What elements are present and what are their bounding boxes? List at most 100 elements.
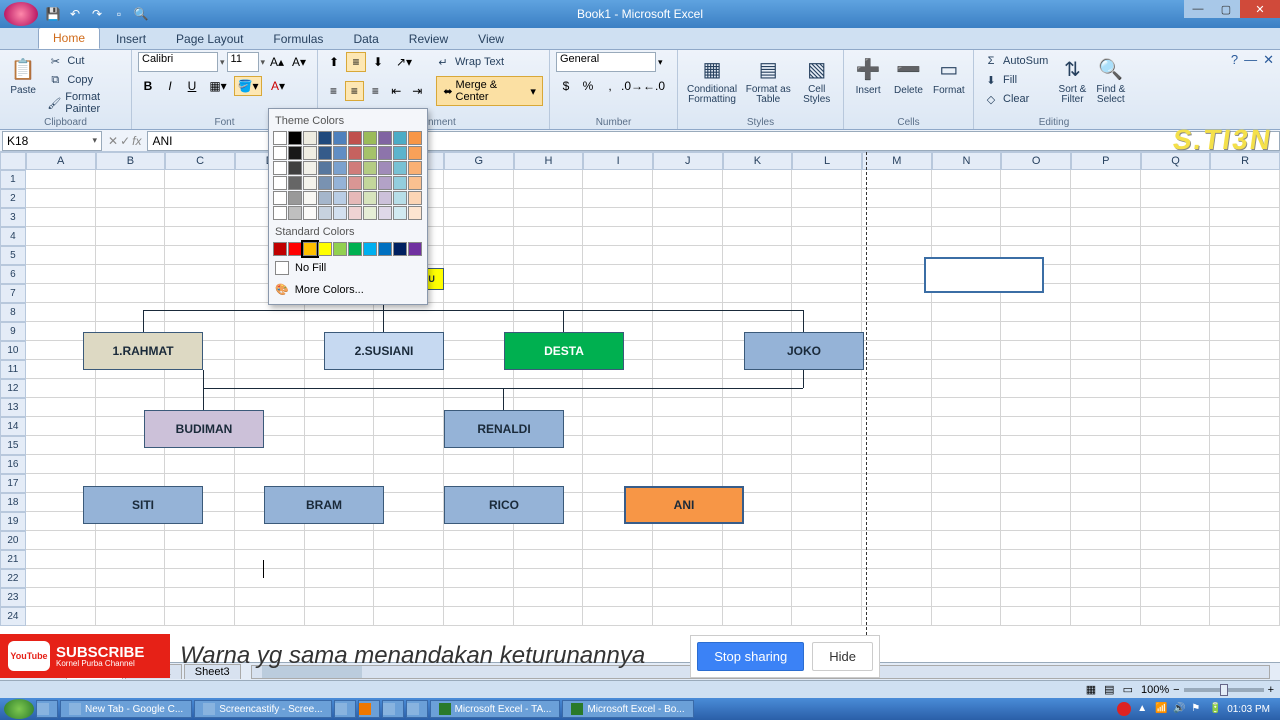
wrap-text-button[interactable]: ↵Wrap Text bbox=[432, 53, 507, 71]
cell[interactable] bbox=[26, 417, 96, 436]
color-swatch[interactable] bbox=[303, 176, 317, 190]
cell[interactable] bbox=[653, 588, 723, 607]
color-swatch[interactable] bbox=[288, 176, 302, 190]
cell[interactable] bbox=[514, 379, 584, 398]
shape-budiman[interactable]: BUDIMAN bbox=[144, 410, 264, 448]
cell[interactable] bbox=[96, 189, 166, 208]
color-swatch[interactable] bbox=[318, 206, 332, 220]
cell[interactable] bbox=[1141, 493, 1211, 512]
cell[interactable] bbox=[305, 588, 375, 607]
cell[interactable] bbox=[723, 436, 793, 455]
fx-icon[interactable]: fx bbox=[132, 134, 141, 148]
cell[interactable] bbox=[26, 170, 96, 189]
cell[interactable] bbox=[862, 284, 932, 303]
cell[interactable] bbox=[1001, 436, 1071, 455]
row-header[interactable]: 4 bbox=[0, 227, 26, 246]
cell[interactable] bbox=[514, 284, 584, 303]
cell[interactable] bbox=[723, 246, 793, 265]
find-select-button[interactable]: 🔍Find & Select bbox=[1094, 52, 1128, 105]
cell[interactable] bbox=[792, 455, 862, 474]
cell[interactable] bbox=[792, 170, 862, 189]
currency-icon[interactable]: $ bbox=[556, 76, 576, 96]
row-header[interactable]: 16 bbox=[0, 455, 26, 474]
cell[interactable] bbox=[723, 455, 793, 474]
color-swatch[interactable] bbox=[333, 176, 347, 190]
cell[interactable] bbox=[1210, 284, 1280, 303]
cell[interactable] bbox=[165, 588, 235, 607]
row-header[interactable]: 24 bbox=[0, 607, 26, 626]
cell[interactable] bbox=[374, 493, 444, 512]
cell[interactable] bbox=[1071, 379, 1141, 398]
color-swatch[interactable] bbox=[408, 206, 422, 220]
cell[interactable] bbox=[932, 208, 1002, 227]
cell[interactable] bbox=[862, 322, 932, 341]
color-swatch[interactable] bbox=[288, 242, 302, 256]
taskbar-chrome-2[interactable]: Screencastify - Scree... bbox=[194, 700, 331, 718]
cell[interactable] bbox=[1141, 569, 1211, 588]
cell[interactable] bbox=[1001, 341, 1071, 360]
cell[interactable] bbox=[235, 588, 305, 607]
cell[interactable] bbox=[1210, 588, 1280, 607]
cell[interactable] bbox=[583, 189, 653, 208]
cell[interactable] bbox=[792, 417, 862, 436]
cell[interactable] bbox=[444, 379, 514, 398]
tray-icon[interactable]: ▲ bbox=[1137, 703, 1149, 715]
cell[interactable] bbox=[653, 569, 723, 588]
cell[interactable] bbox=[1001, 284, 1071, 303]
cell[interactable] bbox=[374, 512, 444, 531]
cell[interactable] bbox=[862, 607, 932, 626]
taskbar-app-1[interactable] bbox=[334, 700, 356, 718]
cell[interactable] bbox=[235, 607, 305, 626]
row-header[interactable]: 17 bbox=[0, 474, 26, 493]
enter-icon[interactable]: ✓ bbox=[120, 134, 130, 148]
cell[interactable] bbox=[653, 189, 723, 208]
row-header[interactable]: 3 bbox=[0, 208, 26, 227]
color-swatch[interactable] bbox=[363, 146, 377, 160]
cell[interactable] bbox=[932, 588, 1002, 607]
indent-dec-icon[interactable]: ⇤ bbox=[387, 81, 406, 101]
cell[interactable] bbox=[1210, 360, 1280, 379]
cell[interactable] bbox=[374, 531, 444, 550]
cell[interactable] bbox=[444, 208, 514, 227]
cell[interactable] bbox=[1071, 189, 1141, 208]
cell[interactable] bbox=[932, 170, 1002, 189]
cell[interactable] bbox=[165, 208, 235, 227]
cell[interactable] bbox=[862, 379, 932, 398]
cell[interactable] bbox=[1071, 607, 1141, 626]
cell[interactable] bbox=[932, 265, 1002, 284]
redo-icon[interactable]: ↷ bbox=[88, 5, 106, 23]
cell[interactable] bbox=[305, 398, 375, 417]
cell[interactable] bbox=[1001, 360, 1071, 379]
cell[interactable] bbox=[723, 189, 793, 208]
row-header[interactable]: 15 bbox=[0, 436, 26, 455]
more-colors-item[interactable]: 🎨More Colors... bbox=[273, 279, 423, 300]
color-swatch[interactable] bbox=[348, 131, 362, 145]
battery-icon[interactable]: 🔋 bbox=[1209, 703, 1221, 715]
cell[interactable] bbox=[653, 550, 723, 569]
cell[interactable] bbox=[1071, 341, 1141, 360]
color-swatch[interactable] bbox=[348, 176, 362, 190]
color-swatch[interactable] bbox=[318, 191, 332, 205]
cell[interactable] bbox=[514, 588, 584, 607]
cell[interactable] bbox=[165, 189, 235, 208]
fill-button[interactable]: ⬇Fill bbox=[980, 71, 1051, 89]
cell[interactable] bbox=[305, 379, 375, 398]
cell[interactable] bbox=[1141, 246, 1211, 265]
align-bottom-icon[interactable]: ⬇ bbox=[368, 52, 388, 72]
cell[interactable] bbox=[26, 189, 96, 208]
cell[interactable] bbox=[862, 265, 932, 284]
indent-inc-icon[interactable]: ⇥ bbox=[408, 81, 427, 101]
cell[interactable] bbox=[374, 588, 444, 607]
align-center-icon[interactable]: ≡ bbox=[345, 81, 364, 101]
cell[interactable] bbox=[1071, 284, 1141, 303]
cell[interactable] bbox=[932, 436, 1002, 455]
cell[interactable] bbox=[653, 246, 723, 265]
save-icon[interactable]: 💾 bbox=[44, 5, 62, 23]
cell[interactable] bbox=[932, 322, 1002, 341]
explorer-icon[interactable] bbox=[36, 700, 58, 718]
cell[interactable] bbox=[26, 303, 96, 322]
cell[interactable] bbox=[1071, 170, 1141, 189]
color-swatch[interactable] bbox=[408, 131, 422, 145]
color-swatch[interactable] bbox=[378, 206, 392, 220]
orientation-icon[interactable]: ↗▾ bbox=[390, 52, 418, 72]
